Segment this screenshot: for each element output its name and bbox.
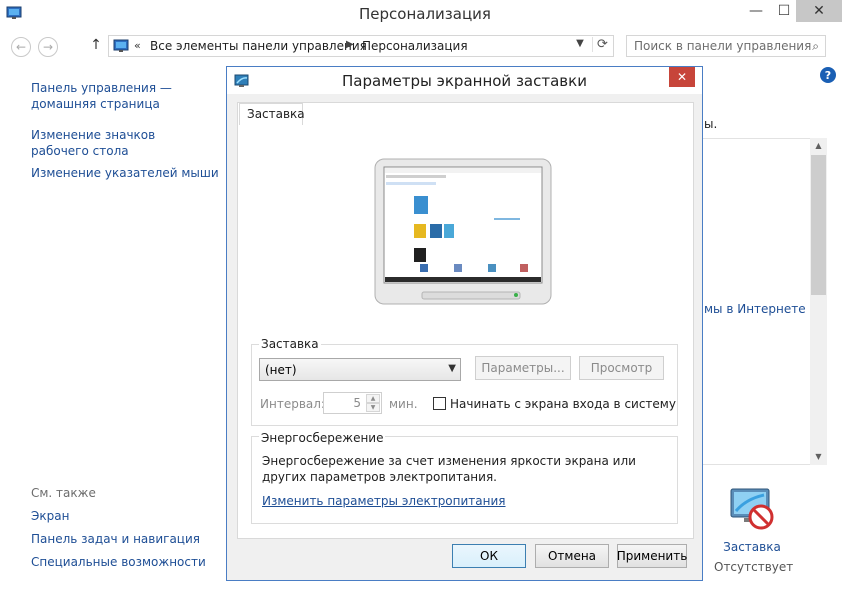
back-button[interactable]: ← — [11, 37, 31, 57]
search-input[interactable]: Поиск в панели управления ⌕ — [626, 35, 826, 57]
cancel-button[interactable]: Отмена — [535, 544, 609, 568]
interval-label: Интервал: — [260, 397, 325, 411]
refresh-icon[interactable]: ⟳ — [592, 37, 612, 52]
screensaver-select-value: (нет) — [265, 363, 297, 377]
breadcrumb-all-items[interactable]: Все элементы панели управления — [150, 39, 367, 53]
scroll-thumb[interactable] — [811, 155, 826, 295]
dialog-close-button[interactable]: ✕ — [669, 67, 695, 87]
tab-screensaver[interactable]: Заставка — [239, 103, 305, 125]
dialog-titlebar: Параметры экранной заставки ✕ — [227, 67, 702, 94]
overflow-chevron-icon[interactable]: « — [134, 39, 141, 52]
spin-down-icon[interactable]: ▼ — [366, 403, 380, 412]
chevron-down-icon: ▼ — [448, 363, 456, 374]
spin-up-icon[interactable]: ▲ — [366, 394, 380, 403]
see-also-heading: См. также — [31, 486, 96, 500]
interval-unit: мин. — [389, 397, 418, 411]
interval-value[interactable]: 5 — [353, 396, 361, 410]
screensaver-preview-button[interactable]: Просмотр — [579, 356, 664, 380]
close-button[interactable]: ✕ — [796, 0, 842, 22]
control-panel-icon — [113, 39, 129, 52]
chevron-down-icon[interactable]: ▼ — [573, 38, 587, 49]
ok-button[interactable]: ОК — [452, 544, 526, 568]
scroll-down-icon[interactable]: ▼ — [810, 449, 827, 465]
search-placeholder: Поиск в панели управления — [634, 39, 812, 53]
search-icon[interactable]: ⌕ — [812, 39, 819, 54]
nav-link-mouse-pointers[interactable]: Изменение указателей мыши — [31, 165, 221, 181]
breadcrumb-separator-icon[interactable]: ▶ — [346, 39, 354, 50]
screensaver-settings-button[interactable]: Параметры... — [475, 356, 571, 380]
logon-screen-checkbox[interactable] — [433, 397, 446, 410]
arrow-up-icon: ↑ — [90, 37, 102, 53]
screensaver-disabled-icon — [730, 488, 774, 530]
nav-link-desktop-icons[interactable]: Изменение значков рабочего стола — [31, 127, 206, 159]
power-settings-link[interactable]: Изменить параметры электропитания — [262, 494, 506, 508]
window-titlebar: Персонализация — ☐ ✕ — [0, 0, 850, 30]
screensaver-group-title: Заставка — [259, 337, 321, 351]
maximize-button[interactable]: ☐ — [770, 0, 798, 22]
nav-link-control-panel-home[interactable]: Панель управления — домашняя страница — [31, 80, 206, 112]
see-also-display[interactable]: Экран — [31, 508, 69, 524]
power-group-title: Энергосбережение — [259, 431, 386, 445]
arrow-right-icon: → — [42, 40, 54, 54]
forward-button[interactable]: → — [38, 37, 58, 57]
help-icon[interactable]: ? — [820, 67, 836, 83]
up-button[interactable]: ↑ — [88, 37, 104, 55]
screensaver-tile-label[interactable]: Заставка — [714, 540, 790, 554]
theme-list-scrollbar[interactable]: ▲ ▼ — [810, 138, 827, 465]
online-themes-link[interactable]: мы в Интернете — [704, 302, 806, 316]
scroll-up-icon[interactable]: ▲ — [810, 138, 827, 154]
minimize-button[interactable]: — — [742, 0, 770, 22]
breadcrumb-personalization[interactable]: Персонализация — [362, 39, 468, 53]
dialog-title: Параметры экранной заставки — [342, 72, 587, 90]
address-field[interactable]: « Все элементы панели управления ▶ Персо… — [108, 35, 614, 57]
monitor-preview — [374, 158, 552, 305]
arrow-left-icon: ← — [15, 40, 27, 54]
window-title: Персонализация — [359, 5, 491, 23]
see-also-taskbar[interactable]: Панель задач и навигация — [31, 531, 200, 547]
screensaver-tile[interactable]: Заставка Отсутствует — [714, 485, 794, 575]
logon-screen-checkbox-label[interactable]: Начинать с экрана входа в систему — [450, 397, 676, 411]
screensaver-select[interactable]: (нет) ▼ — [259, 358, 461, 381]
main-description-fragment: ы. — [704, 117, 718, 131]
see-also-accessibility[interactable]: Специальные возможности — [31, 554, 206, 570]
screensaver-tile-state: Отсутствует — [714, 560, 794, 574]
interval-stepper[interactable]: 5 ▲ ▼ — [323, 392, 382, 414]
power-description: Энергосбережение за счет изменения яркос… — [262, 454, 636, 484]
apply-button[interactable]: Применить — [617, 544, 687, 568]
